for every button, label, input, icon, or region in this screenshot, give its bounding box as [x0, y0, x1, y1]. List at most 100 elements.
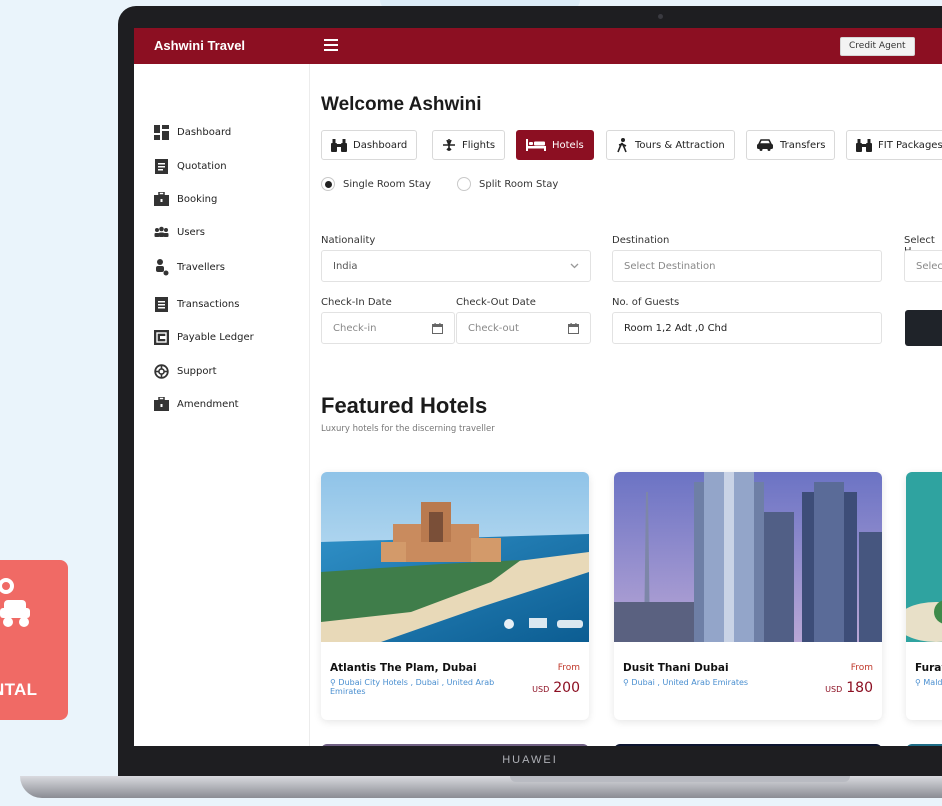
sidebar-item-booking[interactable]: Booking: [154, 189, 217, 209]
sidebar-item-label: Travellers: [177, 261, 225, 273]
sidebar-item-label: Dashboard: [177, 126, 232, 138]
sidebar-item-users[interactable]: Users: [154, 222, 205, 242]
lifebuoy-icon: [154, 363, 169, 379]
hotel-name: Dusit Thani Dubai: [623, 662, 729, 674]
plane-icon: [443, 139, 455, 151]
radio-dot: [457, 177, 471, 191]
sidebar-item-amendment[interactable]: Amendment: [154, 394, 239, 414]
sidebar-item-label: Quotation: [177, 160, 227, 172]
device-brand: HUAWEI: [502, 754, 558, 766]
tab-tours-attraction[interactable]: Tours & Attraction: [606, 130, 735, 160]
tab-label: FIT Packages: [878, 139, 942, 151]
sidebar-item-travellers[interactable]: Travellers: [154, 257, 225, 277]
destination-label: Destination: [612, 235, 670, 246]
list-icon: [154, 296, 169, 312]
binoculars-icon: [331, 138, 347, 152]
tab-hotels[interactable]: Hotels: [516, 130, 594, 160]
app-title: Ashwini Travel: [154, 38, 246, 53]
search-button[interactable]: [905, 310, 942, 346]
radio-label: Split Room Stay: [479, 178, 559, 190]
hotel-price: USD 200: [532, 680, 580, 696]
sidebar: Dashboard Quotation Booking Users Travel…: [134, 64, 310, 746]
guests-value: Room 1,2 Adt ,0 Chd: [624, 322, 728, 334]
hotel-select[interactable]: Selec: [904, 250, 942, 282]
checkout-placeholder: Check-out: [468, 322, 519, 334]
webcam: [658, 14, 663, 19]
tab-label: Hotels: [552, 139, 584, 151]
checkout-input[interactable]: Check-out: [456, 312, 591, 344]
dashboard-icon: [154, 124, 169, 140]
tab-label: Tours & Attraction: [635, 139, 725, 151]
guests-input[interactable]: Room 1,2 Adt ,0 Chd: [612, 312, 882, 344]
tab-transfers[interactable]: Transfers: [746, 130, 836, 160]
tab-flights[interactable]: Flights: [432, 130, 506, 160]
hotel-placeholder: Selec: [916, 260, 942, 272]
hamburger-menu-icon[interactable]: [324, 39, 338, 51]
tab-label: Flights: [462, 139, 496, 151]
checkin-placeholder: Check-in: [333, 322, 377, 334]
destination-placeholder: Select Destination: [624, 260, 716, 272]
price-from-label: From: [557, 663, 580, 673]
sidebar-item-label: Support: [177, 365, 217, 377]
car-icon: [757, 139, 773, 151]
role-button[interactable]: Credit Agent: [840, 37, 915, 56]
document-icon: [154, 158, 169, 174]
car-rental-icon: [0, 578, 30, 627]
radio-split-room[interactable]: Split Room Stay: [457, 177, 558, 191]
hotel-location: ⚲ Dubai City Hotels , Dubai , United Ara…: [330, 678, 495, 696]
chevron-down-icon: [570, 263, 579, 269]
sidebar-item-quotation[interactable]: Quotation: [154, 156, 227, 176]
main-content: Welcome Ashwini Dashboard Flights Hotels…: [310, 64, 942, 746]
briefcase-icon: [154, 396, 169, 412]
hotel-card[interactable]: Atlantis The Plam, Dubai ⚲ Dubai City Ho…: [321, 472, 589, 720]
calendar-icon: [568, 322, 579, 334]
hotel-card[interactable]: Furav ⚲ Mald: [906, 472, 942, 720]
sidebar-item-label: Amendment: [177, 398, 239, 410]
tab-label: Dashboard: [353, 139, 408, 151]
calendar-icon: [432, 322, 443, 334]
traveller-icon: [154, 258, 169, 275]
sidebar-item-dashboard[interactable]: Dashboard: [154, 122, 231, 142]
checkin-label: Check-In Date: [321, 297, 392, 308]
hotel-image: [321, 472, 589, 642]
radio-dot: [321, 177, 335, 191]
rental-badge: NTAL: [0, 560, 68, 720]
briefcase-icon: [154, 191, 169, 207]
sidebar-item-transactions[interactable]: Transactions: [154, 294, 239, 314]
app-screen: Ashwini Travel Credit Agent Dashboard Qu…: [134, 28, 942, 746]
hotel-name: Atlantis The Plam, Dubai: [330, 662, 477, 674]
binoculars-icon: [856, 138, 872, 152]
hotel-price: USD 180: [825, 680, 873, 696]
tab-dashboard[interactable]: Dashboard: [321, 130, 418, 160]
hotel-name: Furav: [915, 662, 942, 674]
hotel-location: ⚲ Mald: [915, 678, 942, 687]
page-title: Welcome Ashwini: [321, 94, 482, 115]
bed-icon: [526, 139, 546, 151]
featured-subtitle: Luxury hotels for the discerning travell…: [321, 424, 495, 434]
nationality-label: Nationality: [321, 235, 376, 246]
laptop-base: [20, 776, 942, 798]
users-icon: [154, 225, 169, 240]
radio-single-room[interactable]: Single Room Stay: [321, 177, 431, 191]
checkout-label: Check-Out Date: [456, 297, 536, 308]
sidebar-item-support[interactable]: Support: [154, 361, 217, 381]
featured-title: Featured Hotels: [321, 393, 488, 418]
hotel-image: [614, 472, 882, 642]
hiker-icon: [617, 137, 627, 152]
sidebar-item-label: Booking: [177, 193, 218, 205]
checkin-input[interactable]: Check-in: [321, 312, 455, 344]
nationality-select[interactable]: India: [321, 250, 591, 282]
hotel-card[interactable]: Dusit Thani Dubai ⚲ Dubai , United Arab …: [614, 472, 882, 720]
sidebar-item-payable-ledger[interactable]: Payable Ledger: [154, 327, 254, 347]
hotel-image: [906, 472, 942, 642]
laptop-chin: HUAWEI: [118, 746, 942, 776]
tab-label: Transfers: [780, 139, 826, 151]
guests-label: No. of Guests: [612, 297, 680, 308]
destination-input[interactable]: Select Destination: [612, 250, 882, 282]
badge-label: NTAL: [0, 680, 38, 699]
price-from-label: From: [850, 663, 873, 673]
hotel-location: ⚲ Dubai , United Arab Emirates: [623, 678, 749, 687]
sidebar-item-label: Transactions: [177, 298, 240, 310]
tab-fit-packages[interactable]: FIT Packages: [846, 130, 942, 160]
sidebar-item-label: Payable Ledger: [177, 331, 254, 343]
